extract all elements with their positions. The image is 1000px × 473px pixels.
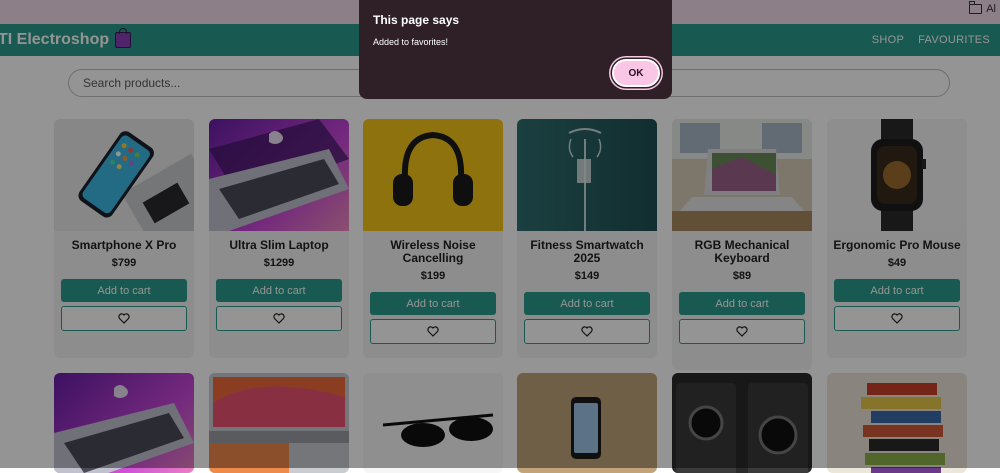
dialog-message: Added to favorites! xyxy=(373,37,449,47)
ok-button[interactable]: OK xyxy=(612,59,660,87)
alert-dialog: This page says Added to favorites! OK xyxy=(359,0,672,99)
dialog-title: This page says xyxy=(373,13,460,27)
